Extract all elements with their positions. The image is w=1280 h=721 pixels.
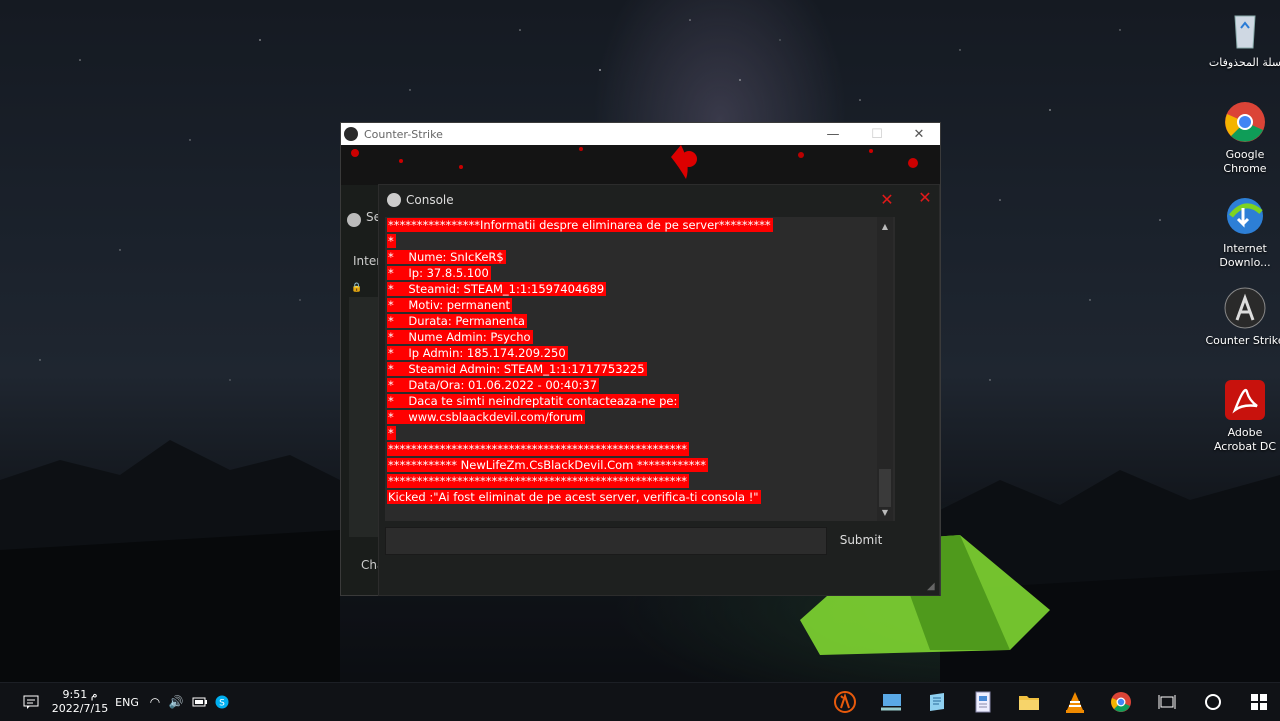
clock-date: 2022/7/15 [51,702,109,715]
console-log-line: ****************Informatii despre elimin… [387,217,773,233]
console-log-text: * [387,426,396,440]
adobe-acrobat-icon [1223,378,1267,422]
console-log-line: ************ NewLifeZm.CsBlackDevil.Com … [387,457,709,473]
desktop-icon-recycle-bin[interactable]: سلة المحذوفات [1205,8,1280,70]
notepad-icon[interactable] [918,683,956,721]
desktop-icon-acrobat[interactable]: Adobe Acrobat DC [1205,378,1280,454]
desktop-icon-label: Internet Downlo... [1219,242,1271,269]
console-log-text: * Steamid Admin: STEAM_1:1:1717753225 [387,362,647,376]
battery-icon[interactable] [190,683,210,721]
scroll-up-icon[interactable]: ▲ [877,219,893,233]
internet-download-manager-icon [1223,194,1267,238]
console-log-text: ****************************************… [387,474,689,488]
skype-icon[interactable]: S [212,683,232,721]
console-log-text: ****************************************… [387,442,689,456]
counter-strike-icon [1223,286,1267,330]
console-log-line: ****************************************… [387,441,689,457]
action-center-icon[interactable] [16,683,46,721]
wifi-icon[interactable]: ◠ [146,683,164,721]
console-log-line: * Steamid Admin: STEAM_1:1:1717753225 [387,361,647,377]
console-log-line: * www.csblaackdevil.com/forum [387,409,586,425]
console-log-text: * Ip Admin: 185.174.209.250 [387,346,568,360]
steam-icon [347,213,361,227]
console-log[interactable]: ****************Informatii despre elimin… [385,217,895,521]
console-log-text: Kicked :"Ai fost eliminat de pe acest se… [387,490,761,504]
console-log-line: * Nume Admin: Psycho [387,329,533,345]
console-titlebar[interactable]: Console [387,193,454,207]
desktop-icon-counter-strike[interactable]: Counter Strike [1205,286,1280,348]
document-icon[interactable] [964,683,1002,721]
desktop-icon-label: Adobe Acrobat DC [1213,426,1277,453]
console-log-text: * www.csblaackdevil.com/forum [387,410,586,424]
chrome-icon [1223,100,1267,144]
console-log-line: * Durata: Permanenta [387,313,527,329]
svg-text:S: S [219,699,225,709]
volume-icon[interactable]: 🔊 [166,683,186,721]
console-log-text: * Ip: 37.8.5.100 [387,266,491,280]
console-log-line: * Steamid: STEAM_1:1:1597404689 [387,281,607,297]
console-dialog: Console ✕ ✕ ****************Informatii d… [378,184,940,596]
recycle-bin-icon [1223,8,1267,52]
console-log-text: * Durata: Permanenta [387,314,527,328]
console-scrollbar[interactable]: ▲ ▼ [877,217,893,521]
taskbar: 9:51 م 2022/7/15 ENG ◠ 🔊 S [0,682,1280,721]
console-log-line: Kicked :"Ai fost eliminat de pe acest se… [387,489,761,505]
console-log-line: * Data/Ora: 01.06.2022 - 00:40:37 [387,377,600,393]
console-log-line: * Nume: SnIcKeR$ [387,249,506,265]
console-log-text: * Daca te simti neindreptatit contacteaz… [387,394,680,408]
half-life-icon[interactable] [826,683,864,721]
server-browser-close-button[interactable]: ✕ [915,187,935,207]
desktop-icon-chrome[interactable]: Google Chrome [1205,100,1280,176]
console-title: Console [406,193,454,207]
console-close-button[interactable]: ✕ [877,189,897,209]
steam-icon [387,193,401,207]
counter-strike-icon [344,127,358,141]
clock[interactable]: 9:51 م 2022/7/15 [50,683,110,721]
console-log-text: * Nume Admin: Psycho [387,330,533,344]
maximize-button[interactable]: ☐ [855,123,899,145]
console-log-line: * Daca te simti neindreptatit contacteaz… [387,393,680,409]
file-explorer-icon[interactable] [1010,683,1048,721]
cortana-icon[interactable] [1194,683,1232,721]
console-log-text: ****************Informatii despre elimin… [387,218,773,232]
window-title: Counter-Strike [364,127,443,141]
console-log-line: * Ip Admin: 185.174.209.250 [387,345,568,361]
start-icon[interactable] [1240,683,1278,721]
console-log-text: * Data/Ora: 01.06.2022 - 00:40:37 [387,378,600,392]
tab-internet[interactable]: Inter [353,254,381,268]
chrome-icon[interactable] [1102,683,1140,721]
desktop-icon-label: سلة المحذوفات [1208,56,1280,69]
minimize-button[interactable]: — [811,123,855,145]
language-indicator[interactable]: ENG [112,683,142,721]
close-button[interactable]: ✕ [897,123,941,145]
console-log-text: * [387,234,396,248]
console-command-input[interactable] [385,527,827,555]
clock-time: 9:51 م [62,688,98,701]
task-view-icon[interactable] [1148,683,1186,721]
this-pc-icon[interactable] [872,683,910,721]
console-log-line: ****************************************… [387,473,689,489]
scroll-down-icon[interactable]: ▼ [877,505,893,519]
console-log-line: * [387,233,396,249]
submit-button[interactable]: Submit [831,529,891,551]
console-log-line: * [387,425,396,441]
console-log-line: * Ip: 37.8.5.100 [387,265,491,281]
blood-splatter-decoration [341,145,940,185]
resize-grip-icon[interactable]: ◢ [927,581,935,592]
vlc-icon[interactable] [1056,683,1094,721]
window-titlebar[interactable]: Counter-Strike — ☐ ✕ [341,123,940,145]
lock-icon: 🔒 [351,283,363,293]
console-log-text: * Motiv: permanent [387,298,513,312]
console-log-text: ************ NewLifeZm.CsBlackDevil.Com … [387,458,709,472]
console-log-text: * Steamid: STEAM_1:1:1597404689 [387,282,607,296]
desktop-icon-label: Google Chrome [1223,148,1267,175]
console-log-text: * Nume: SnIcKeR$ [387,250,506,264]
console-log-line: * Motiv: permanent [387,297,513,313]
desktop-icon-label: Counter Strike [1205,334,1280,347]
scroll-thumb[interactable] [879,469,891,507]
desktop-icon-idm[interactable]: Internet Downlo... [1205,194,1280,270]
